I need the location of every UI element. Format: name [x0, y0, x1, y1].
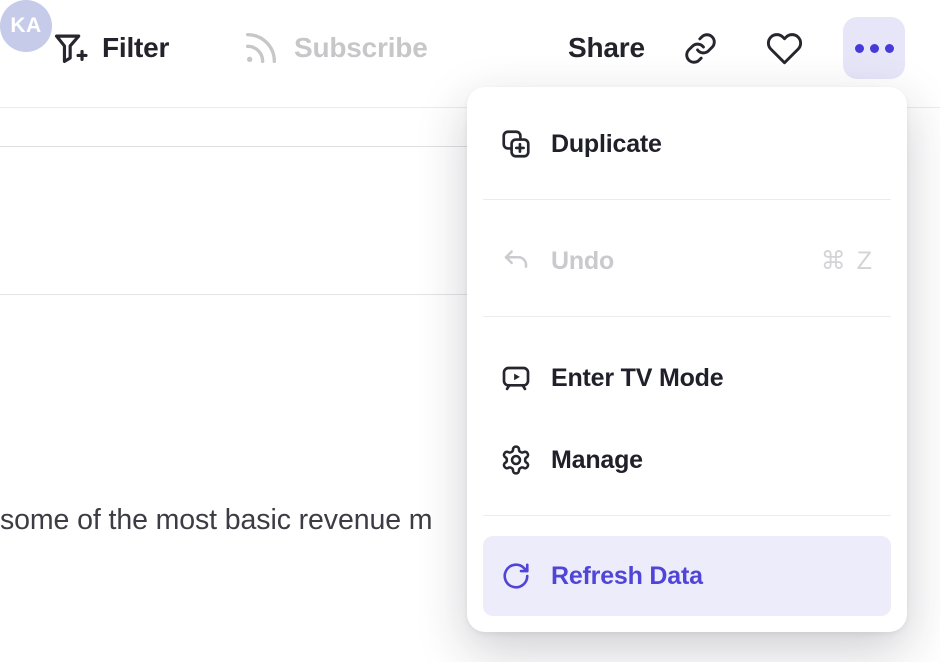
menu-item-manage[interactable]: Manage	[467, 419, 907, 501]
ellipsis-dot	[885, 44, 894, 53]
keyboard-shortcut: ⌘ Z	[821, 246, 874, 276]
dashboard-page: Filter Subscribe KA Share	[0, 0, 940, 662]
favorite-button[interactable]	[766, 24, 803, 72]
filter-button[interactable]: Filter	[51, 24, 169, 72]
menu-item-enter-tv-mode[interactable]: Enter TV Mode	[467, 337, 907, 419]
copy-link-button[interactable]	[683, 24, 718, 72]
link-icon	[683, 31, 718, 66]
menu-divider	[483, 515, 891, 516]
subscribe-button-label: Subscribe	[294, 32, 428, 64]
menu-item-undo: Undo ⌘ Z	[467, 220, 907, 302]
menu-divider	[483, 316, 891, 317]
menu-item-label: Duplicate	[551, 130, 662, 159]
menu-item-refresh-data[interactable]: Refresh Data	[483, 536, 891, 616]
menu-item-duplicate[interactable]: Duplicate	[467, 103, 907, 185]
more-options-button[interactable]	[843, 17, 905, 79]
share-button[interactable]: Share	[568, 24, 645, 72]
subscribe-button: Subscribe	[241, 24, 428, 72]
filter-plus-icon	[51, 29, 89, 67]
filter-button-label: Filter	[102, 32, 169, 64]
user-avatar[interactable]: KA	[0, 0, 52, 52]
undo-icon	[500, 245, 532, 277]
menu-item-label: Undo	[551, 247, 614, 276]
ellipsis-dot	[870, 44, 879, 53]
menu-item-label: Manage	[551, 446, 643, 475]
avatar-initials: KA	[10, 14, 41, 38]
more-options-menu: Duplicate Undo ⌘ Z Enter TV M	[467, 87, 907, 632]
rss-icon	[241, 28, 281, 68]
menu-divider	[483, 199, 891, 200]
tv-mode-icon	[500, 362, 532, 394]
gear-icon	[500, 444, 532, 476]
heart-icon	[766, 30, 803, 67]
ellipsis-dot	[855, 44, 864, 53]
menu-item-label: Refresh Data	[551, 562, 703, 591]
share-button-label: Share	[568, 32, 645, 64]
refresh-icon	[500, 560, 532, 592]
duplicate-icon	[500, 128, 532, 160]
menu-item-label: Enter TV Mode	[551, 364, 723, 393]
dashboard-description-text: some of the most basic revenue m	[0, 504, 432, 537]
